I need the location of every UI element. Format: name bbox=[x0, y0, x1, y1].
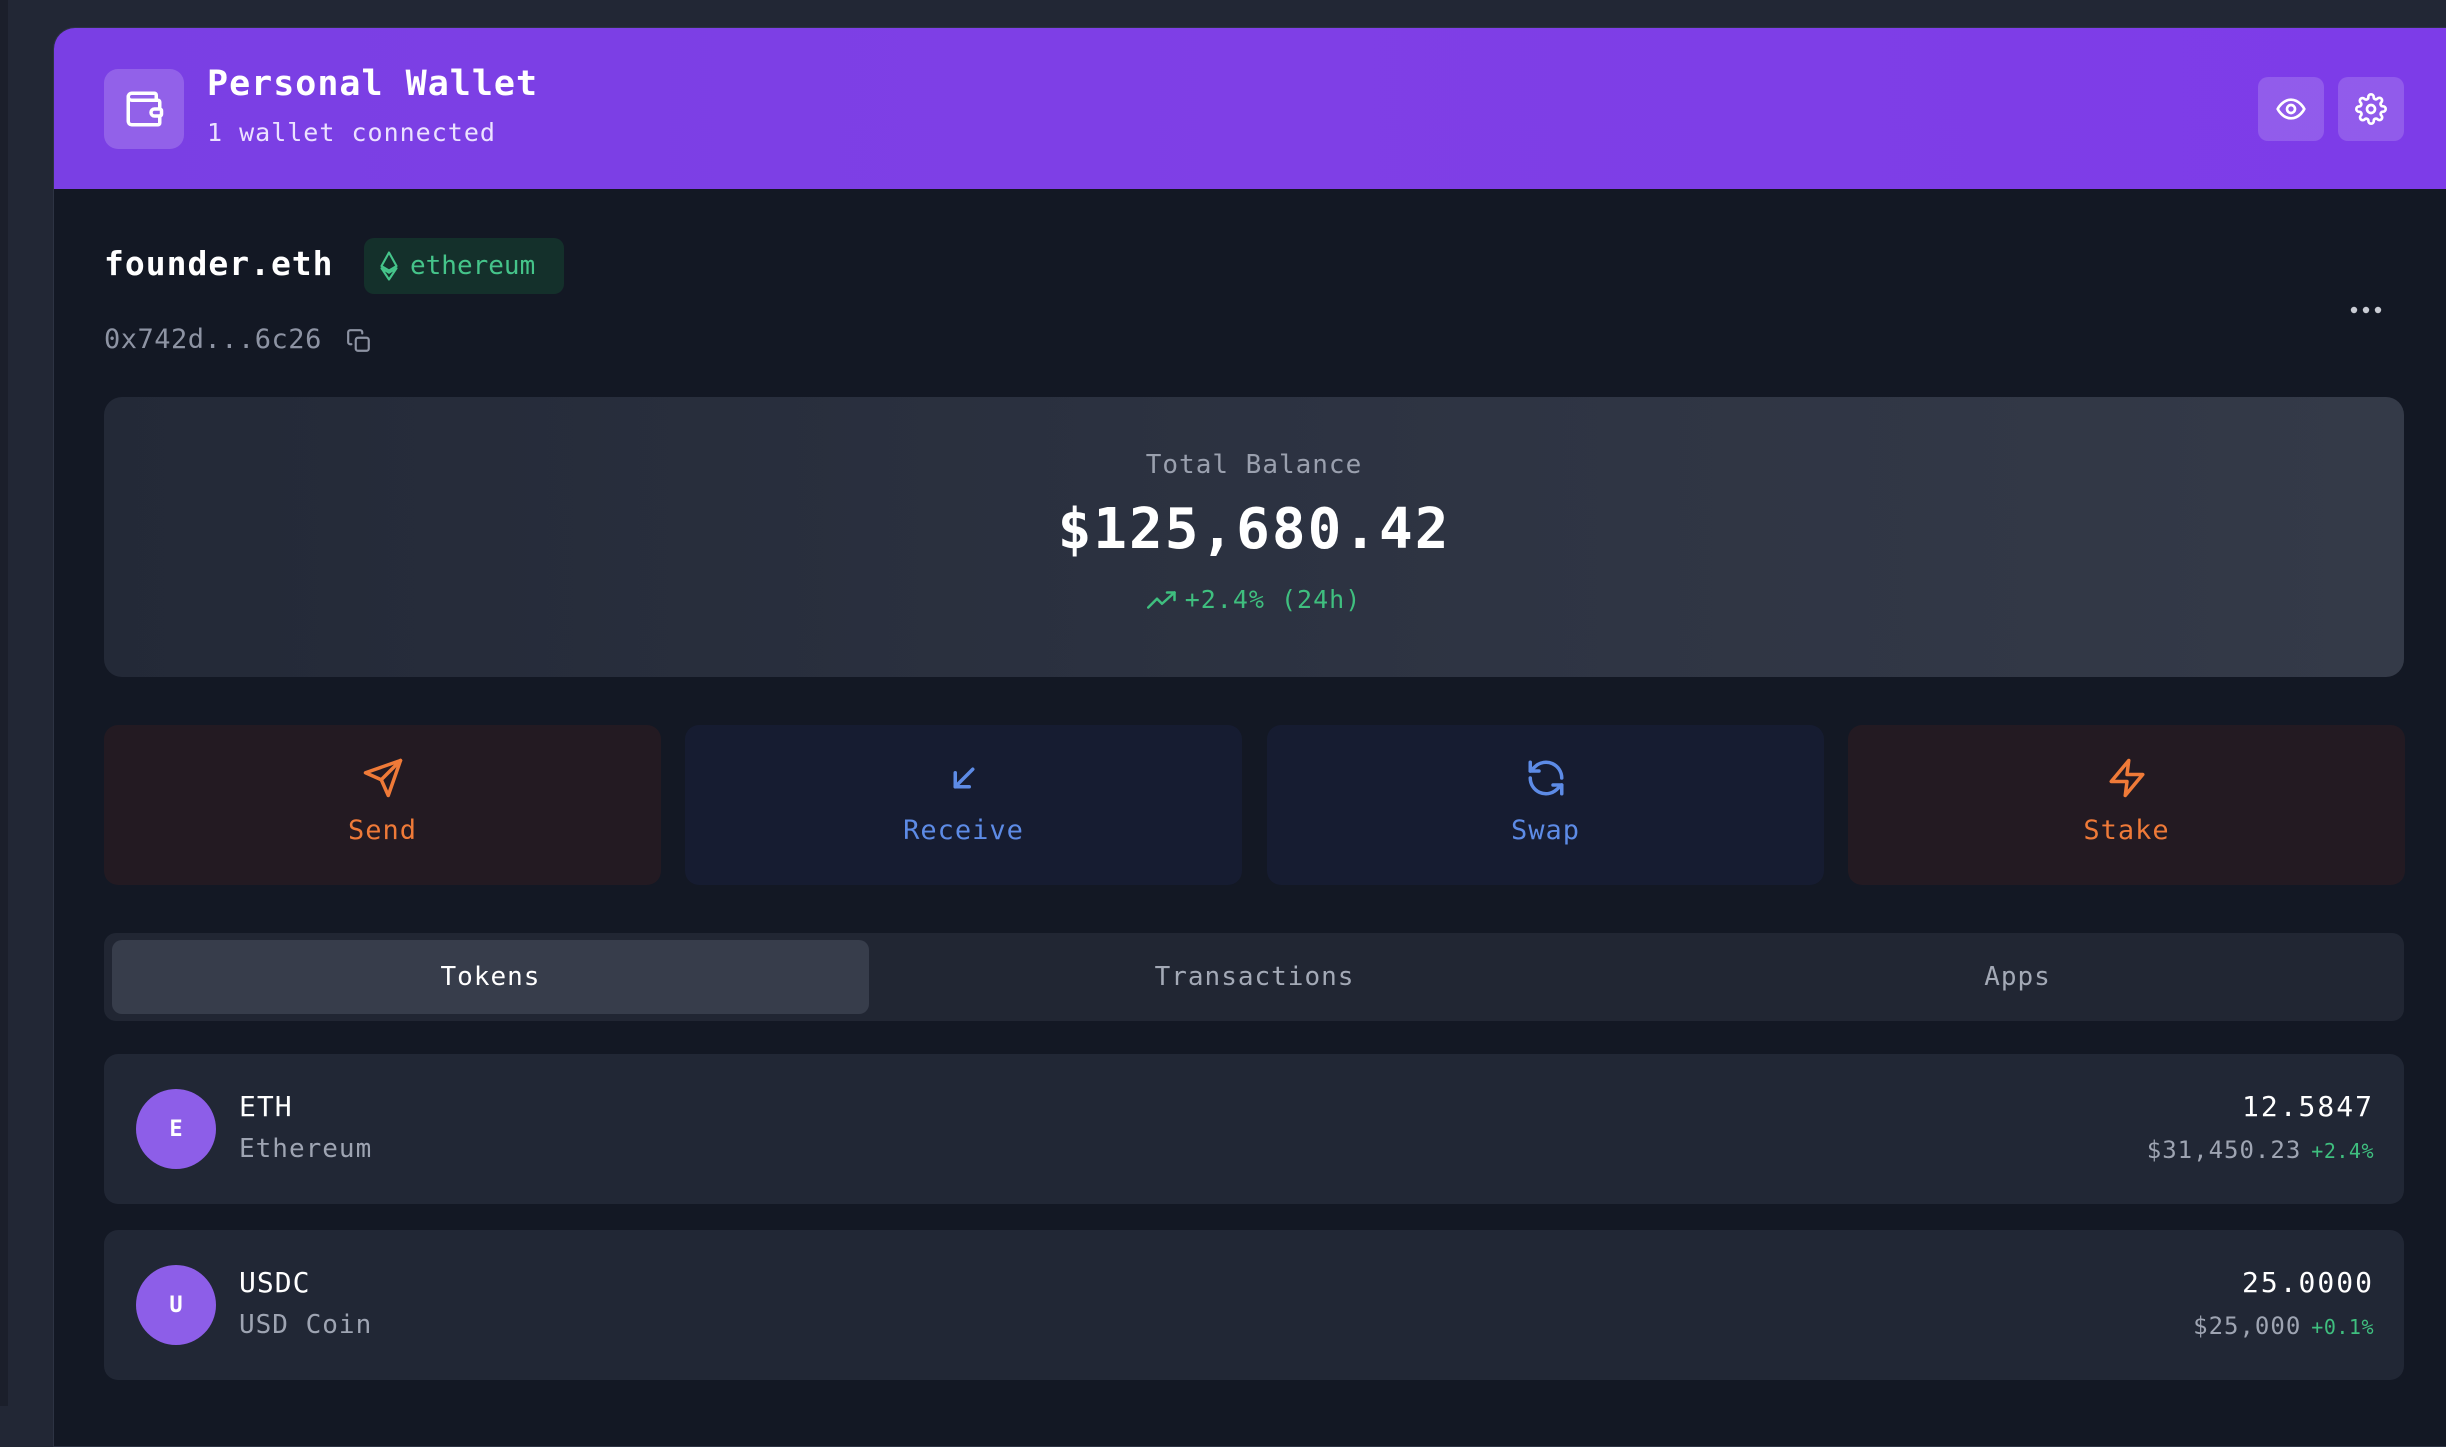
token-change: +2.4% bbox=[2311, 1139, 2374, 1163]
toggle-visibility-button[interactable] bbox=[2258, 77, 2324, 141]
account-name: founder.eth bbox=[104, 244, 334, 283]
token-symbol: ETH bbox=[239, 1090, 293, 1123]
token-usd-value: $25,000 bbox=[2193, 1312, 2302, 1340]
token-row[interactable]: U USDC USD Coin 25.0000 $25,000 +0.1% bbox=[104, 1230, 2404, 1380]
tab-apps[interactable]: Apps bbox=[1639, 940, 2396, 1014]
stake-button[interactable]: Stake bbox=[1848, 725, 2405, 885]
token-row[interactable]: E ETH Ethereum 12.5847 $31,450.23 +2.4% bbox=[104, 1054, 2404, 1204]
balance-change-text: +2.4% (24h) bbox=[1184, 585, 1362, 614]
token-amount: 25.0000 bbox=[2241, 1266, 2374, 1299]
zap-icon bbox=[2109, 758, 2144, 798]
receive-label: Receive bbox=[903, 815, 1024, 846]
wallet-panel: Personal Wallet 1 wallet connected found… bbox=[53, 27, 2446, 1447]
chain-label: ethereum bbox=[410, 251, 536, 281]
balance-change: +2.4% (24h) bbox=[104, 585, 2404, 614]
send-icon bbox=[363, 758, 402, 798]
wallet-tabs: Tokens Transactions Apps bbox=[104, 933, 2404, 1021]
receive-button[interactable]: Receive bbox=[685, 725, 1242, 885]
settings-button[interactable] bbox=[2338, 77, 2404, 141]
background-strip bbox=[0, 0, 8, 1406]
wallet-title: Personal Wallet bbox=[207, 64, 539, 104]
token-symbol: USDC bbox=[239, 1266, 311, 1299]
token-usd-value: $31,450.23 bbox=[2146, 1136, 2302, 1164]
token-amount: 12.5847 bbox=[2241, 1090, 2374, 1123]
send-button[interactable]: Send bbox=[104, 725, 661, 885]
token-value-line: $31,450.23 +2.4% bbox=[2147, 1136, 2374, 1164]
swap-label: Swap bbox=[1510, 815, 1581, 846]
balance-card: Total Balance $125,680.42 +2.4% (24h) bbox=[104, 397, 2404, 677]
more-options-icon[interactable] bbox=[2349, 300, 2383, 319]
balance-label: Total Balance bbox=[1145, 450, 1363, 480]
eye-icon bbox=[2276, 98, 2306, 120]
wallet-subtitle: 1 wallet connected bbox=[207, 118, 496, 147]
token-value-line: $25,000 +0.1% bbox=[2193, 1312, 2374, 1340]
wallet-icon bbox=[104, 69, 184, 149]
swap-button[interactable]: Swap bbox=[1267, 725, 1824, 885]
chain-badge: ethereum bbox=[364, 238, 564, 294]
wallet-address: 0x742d...6c26 bbox=[104, 324, 322, 355]
token-name: Ethereum bbox=[239, 1134, 373, 1164]
wallet-header: Personal Wallet 1 wallet connected bbox=[54, 28, 2446, 189]
swap-icon bbox=[1528, 760, 1563, 796]
token-avatar: U bbox=[136, 1265, 216, 1345]
ethereum-icon bbox=[380, 251, 398, 281]
tab-tokens[interactable]: Tokens bbox=[112, 940, 869, 1014]
balance-value: $125,680.42 bbox=[1057, 497, 1451, 562]
trending-up-icon bbox=[1146, 590, 1176, 609]
tab-transactions[interactable]: Transactions bbox=[876, 940, 1633, 1014]
token-name: USD Coin bbox=[239, 1310, 373, 1340]
token-avatar: E bbox=[136, 1089, 216, 1169]
send-label: Send bbox=[347, 815, 418, 846]
receive-icon bbox=[953, 767, 974, 789]
gear-icon bbox=[2355, 93, 2387, 125]
copy-icon[interactable] bbox=[346, 328, 372, 358]
stake-label: Stake bbox=[2083, 815, 2170, 846]
token-change: +0.1% bbox=[2311, 1315, 2374, 1339]
